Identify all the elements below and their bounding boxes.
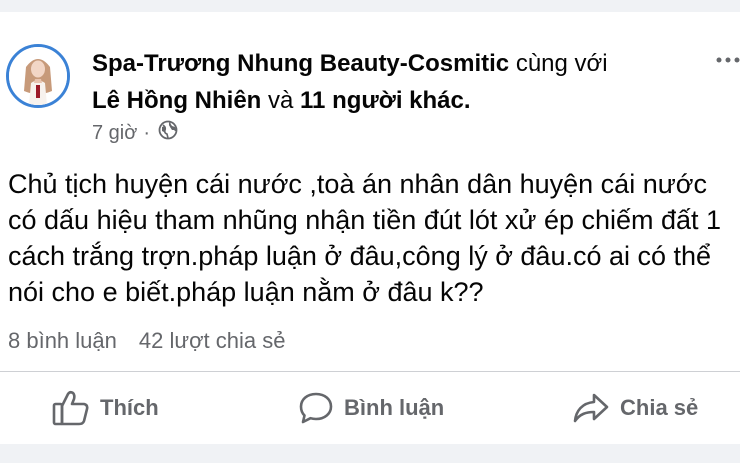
share-arrow-icon <box>572 390 610 426</box>
and-text: và <box>268 87 294 114</box>
avatar-photo <box>9 47 67 105</box>
globe-icon[interactable] <box>158 120 178 146</box>
meta-separator: · <box>143 121 151 144</box>
content-line: Chủ tịch huyện cái nước ,toà án nhân dân… <box>8 169 707 199</box>
comment-label: Bình luận <box>344 395 445 420</box>
post-time-link[interactable]: 7 giờ <box>92 122 137 145</box>
others-suffix: . <box>463 87 471 114</box>
post-meta: 7 giờ · <box>92 120 178 146</box>
with-text: cùng với <box>515 50 608 77</box>
others-link[interactable]: 11 người khác <box>300 87 464 114</box>
post-actions: Thích Bình luận Chia sẻ <box>0 382 740 434</box>
tagged-person-link[interactable]: Lê Hồng Nhiên <box>92 87 261 114</box>
author-avatar[interactable] <box>6 44 70 108</box>
post-stats: 8 bình luận 42 lượt chia sẻ <box>8 328 285 354</box>
like-button[interactable]: Thích <box>52 382 159 434</box>
share-button[interactable]: Chia sẻ <box>572 382 698 434</box>
share-label: Chia sẻ <box>620 395 699 420</box>
thumbs-up-icon <box>52 390 90 426</box>
content-line: nói cho e biết.pháp luận nằm ở đâu k?? <box>8 277 484 307</box>
comment-bubble-icon <box>298 390 334 426</box>
content-line: có dấu hiệu tham nhũng nhận tiền đút lót… <box>8 205 722 235</box>
more-options-icon[interactable] <box>716 44 740 70</box>
comments-count-link[interactable]: 8 bình luận <box>8 328 117 354</box>
post-header: Spa-Trương Nhung Beauty-Cosmitic cùng vớ… <box>92 45 712 119</box>
author-name-link[interactable]: Spa-Trương Nhung Beauty-Cosmitic <box>92 50 509 77</box>
like-label: Thích <box>100 395 159 420</box>
comment-button[interactable]: Bình luận <box>298 382 444 434</box>
post-card: Spa-Trương Nhung Beauty-Cosmitic cùng vớ… <box>0 12 740 444</box>
content-line: cách trắng trợn.pháp luận ở đâu,công lý … <box>8 241 712 271</box>
divider <box>0 371 740 372</box>
post-content: Chủ tịch huyện cái nước ,toà án nhân dân… <box>8 166 740 310</box>
shares-count-link[interactable]: 42 lượt chia sẻ <box>139 328 286 354</box>
